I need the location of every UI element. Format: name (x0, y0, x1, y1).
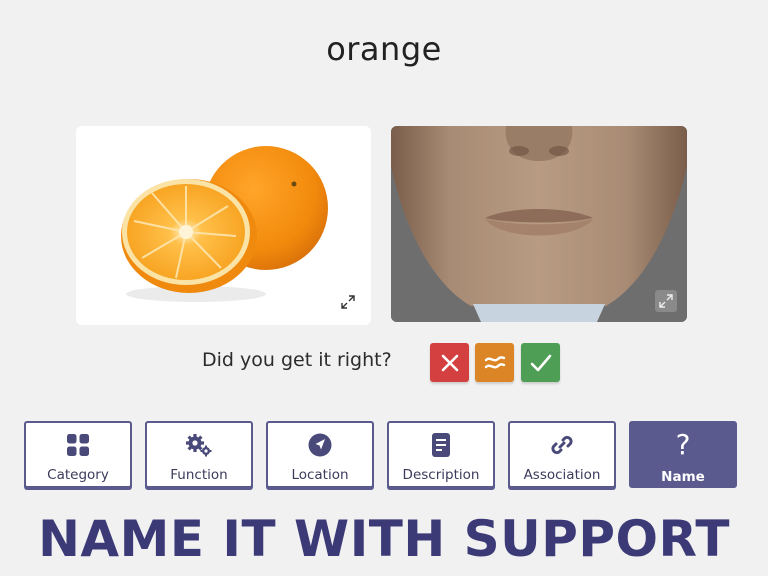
expand-picture-button[interactable] (337, 291, 359, 313)
cue-category-button[interactable]: Category (24, 421, 132, 488)
mouth-model-image (391, 126, 687, 322)
cue-name-button[interactable]: ? Name (629, 421, 737, 488)
cue-label: Function (170, 467, 228, 483)
x-icon (441, 354, 458, 371)
cue-label: Location (291, 467, 349, 483)
expand-icon (659, 294, 673, 308)
approximately-button[interactable] (475, 343, 514, 382)
document-icon (432, 433, 450, 457)
expand-icon (341, 295, 355, 309)
question-mark-icon: ? (675, 428, 691, 461)
target-word: orange (326, 30, 442, 68)
correct-button[interactable] (521, 343, 560, 382)
gears-icon (186, 434, 212, 457)
approx-icon (484, 355, 505, 368)
cue-label: Association (523, 467, 601, 483)
picture-card[interactable] (76, 126, 371, 325)
expand-mouth-button[interactable] (655, 290, 677, 312)
cue-description-button[interactable]: Description (387, 421, 495, 488)
feedback-question: Did you get it right? (202, 349, 392, 371)
cue-function-button[interactable]: Function (145, 421, 253, 488)
check-icon (530, 354, 551, 371)
incorrect-button[interactable] (430, 343, 469, 382)
mode-banner: NAME IT WITH SUPPORT (38, 510, 730, 568)
cue-location-button[interactable]: Location (266, 421, 374, 488)
cue-label: Description (402, 467, 480, 483)
cue-association-button[interactable]: Association (508, 421, 616, 488)
cue-label: Category (47, 467, 109, 483)
navigation-arrow-icon (308, 433, 332, 457)
cue-label: Name (661, 469, 705, 485)
mouth-model-card[interactable] (391, 126, 687, 322)
orange-image (121, 146, 328, 302)
link-icon (551, 435, 573, 455)
grid-icon (67, 434, 89, 456)
